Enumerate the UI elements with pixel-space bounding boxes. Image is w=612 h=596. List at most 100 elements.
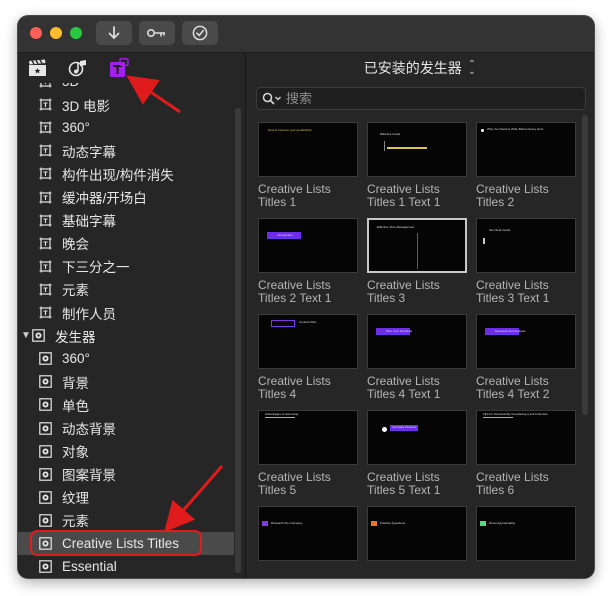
generator-thumbnail[interactable]: Set Clear Goals <box>476 218 576 273</box>
sidebar-item[interactable]: 3D <box>18 83 234 93</box>
thumbnail-text: Effective Goals <box>380 132 401 136</box>
generator-folder-icon <box>39 421 52 435</box>
generator-item[interactable]: Tips for Successfully Completing a Job I… <box>476 410 576 497</box>
thumbnail-graphic <box>262 521 268 526</box>
sidebar-item[interactable]: 动态字幕 <box>18 139 234 162</box>
sidebar-group-generators[interactable]: ▼ 发生器 <box>18 324 234 347</box>
sidebar-item[interactable]: 纹理 <box>18 486 234 509</box>
generator-folder-icon <box>39 514 52 527</box>
sidebar-item-label: Essential <box>62 559 117 575</box>
generator-thumbnail[interactable]: Tips for Successfully Completing a Job I… <box>476 410 576 465</box>
background-tasks-button[interactable] <box>182 21 218 45</box>
sidebar-item[interactable]: 元素 <box>18 509 234 532</box>
caption-line-2: Titles 1 Text 1 <box>367 195 441 209</box>
generator-item[interactable]: Advantages of swimming Creative Lists Titl… <box>258 410 358 497</box>
updown-chevron-icon: ⌃ ⌄ <box>467 59 477 77</box>
generator-item[interactable]: Effective Time Management Creative Lists T… <box>367 218 467 305</box>
generator-thumbnail[interactable]: Why You Need to Write Before Every Hunt <box>476 122 576 177</box>
generator-thumbnail[interactable]: Advantages of swimming <box>258 410 358 465</box>
generator-thumbnail[interactable]: Effective Goals <box>367 122 467 177</box>
browser: 已安装的发生器 ⌃⌄ How to Improve your productiv… <box>246 53 594 578</box>
sidebar-item[interactable]: 下三分之一 <box>18 255 234 278</box>
sidebar-item[interactable]: Essential <box>18 555 234 578</box>
generator-thumbnail[interactable]: Research the Company <box>258 506 358 561</box>
generator-item[interactable]: Why You Need to Write Before Every Hunt C… <box>476 122 576 209</box>
thumbnail-text: Get Daily Workout <box>392 425 417 429</box>
generator-item[interactable]: Research the Company <box>258 506 358 567</box>
libraries-tab[interactable] <box>27 58 47 78</box>
thumbnail-text: Set Clear Goals <box>489 228 511 232</box>
sidebar-item[interactable]: 3D 电影 <box>18 93 234 116</box>
generator-thumbnail[interactable]: Get Daily Workout <box>367 410 467 465</box>
generator-folder-icon <box>39 375 52 389</box>
titles-generators-icon <box>110 58 129 77</box>
sidebar-item[interactable]: 构件出现/构件消失 <box>18 162 234 185</box>
keywords-button[interactable] <box>139 21 175 45</box>
generator-item[interactable]: Content Plan Creative Lists Titles 4 <box>258 314 358 401</box>
generator-thumbnail[interactable]: Plan Your Schedule <box>367 314 467 369</box>
thumbnail-graphic <box>387 147 427 149</box>
generator-item[interactable]: Research and Analysis Creative Lists Title… <box>476 314 576 401</box>
sidebar-item[interactable]: 晚会 <box>18 232 234 255</box>
sidebar-item-label: 对象 <box>62 445 89 461</box>
title-folder-icon <box>39 121 52 134</box>
generator-caption: Creative Lists Titles 3 Text 1 <box>476 279 580 305</box>
generator-thumbnail[interactable]: Practice Questions <box>367 506 467 561</box>
sidebar-item[interactable]: 360° <box>18 347 234 370</box>
thumbnail-graphic <box>483 238 485 244</box>
thumbnail-text: Dress Appropriately <box>489 521 516 525</box>
generator-item[interactable]: Dress Appropriately <box>476 506 576 567</box>
fullscreen-window-button[interactable] <box>70 27 82 39</box>
thumbnail-text: Tips for Successfully Completing a Job I… <box>483 412 548 416</box>
thumbnail-text: How to Improve your productivity <box>268 128 312 132</box>
thumbnail-graphic <box>483 417 513 418</box>
title-folder-icon <box>39 98 52 111</box>
generator-item[interactable]: Set Clear Goals Creative Lists Titles 3 Te… <box>476 218 576 305</box>
app-window: 3D 3D 电影 360° 动态字幕构件出现/构件消失缓冲器/开场白基础字幕晚会下三分… <box>18 16 594 578</box>
generator-item[interactable]: Practice Questions <box>367 506 467 567</box>
generator-caption: Creative Lists Titles 4 <box>258 375 362 401</box>
title-folder-icon <box>39 306 52 319</box>
titles-generators-tab[interactable] <box>109 58 129 78</box>
caption-line-2: Titles 5 Text 1 <box>367 483 441 497</box>
generator-item[interactable]: How to Improve your productivity Creative… <box>258 122 358 209</box>
browser-scrollbar[interactable] <box>582 115 588 415</box>
sidebar-item[interactable]: 对象 <box>18 440 234 463</box>
minimize-window-button[interactable] <box>50 27 62 39</box>
generator-item[interactable]: Introduction Creative Lists Titles 2 Text … <box>258 218 358 305</box>
sidebar-item[interactable]: 单色 <box>18 393 234 416</box>
disclosure-triangle-icon[interactable]: ▼ <box>21 330 31 341</box>
sidebar-toolbar <box>18 53 245 83</box>
import-button[interactable] <box>96 21 132 45</box>
generator-thumbnail[interactable]: Dress Appropriately <box>476 506 576 561</box>
search-input[interactable] <box>284 91 566 106</box>
search-field[interactable] <box>256 87 586 110</box>
sidebar-item[interactable]: 缓冲器/开场白 <box>18 186 234 209</box>
sidebar-item[interactable]: 制作人员 <box>18 301 234 324</box>
sidebar-tree: 3D 3D 电影 360° 动态字幕构件出现/构件消失缓冲器/开场白基础字幕晚会下三分… <box>18 83 234 578</box>
sidebar-item[interactable]: 360° <box>18 116 234 139</box>
close-window-button[interactable] <box>30 27 42 39</box>
thumbnail-text: Introduction <box>277 233 293 237</box>
thumbnail-text: Content Plan <box>299 320 317 324</box>
generator-thumbnail[interactable]: Effective Time Management <box>367 218 467 273</box>
sidebar-item[interactable]: 图案背景 <box>18 463 234 486</box>
generator-thumbnail[interactable]: Research and Analysis <box>476 314 576 369</box>
generator-item[interactable]: Get Daily Workout Creative Lists Titles 5 … <box>367 410 467 497</box>
generator-thumbnail[interactable]: Introduction <box>258 218 358 273</box>
sidebar-item[interactable]: 动态背景 <box>18 417 234 440</box>
photos-audio-tab[interactable] <box>68 58 88 78</box>
generator-item[interactable]: Effective Goals Creative Lists Titles 1 Te… <box>367 122 467 209</box>
title-folder-icon <box>39 144 52 157</box>
generator-item[interactable]: Plan Your Schedule Creative Lists Titles 4… <box>367 314 467 401</box>
thumbnail-text: Why You Need to Write Before Every Hunt <box>487 127 544 131</box>
sidebar-item[interactable]: 基础字幕 <box>18 209 234 232</box>
sidebar-item[interactable]: 背景 <box>18 370 234 393</box>
sidebar-item[interactable]: 元素 <box>18 278 234 301</box>
thumbnail-graphic <box>371 521 377 526</box>
sidebar-scrollbar[interactable] <box>235 108 241 573</box>
browser-header-menu[interactable]: 已安装的发生器 ⌃ ⌄ <box>246 53 594 83</box>
caption-line-2: Titles 3 <box>367 291 406 305</box>
generator-thumbnail[interactable]: How to Improve your productivity <box>258 122 358 177</box>
generator-thumbnail[interactable]: Content Plan <box>258 314 358 369</box>
